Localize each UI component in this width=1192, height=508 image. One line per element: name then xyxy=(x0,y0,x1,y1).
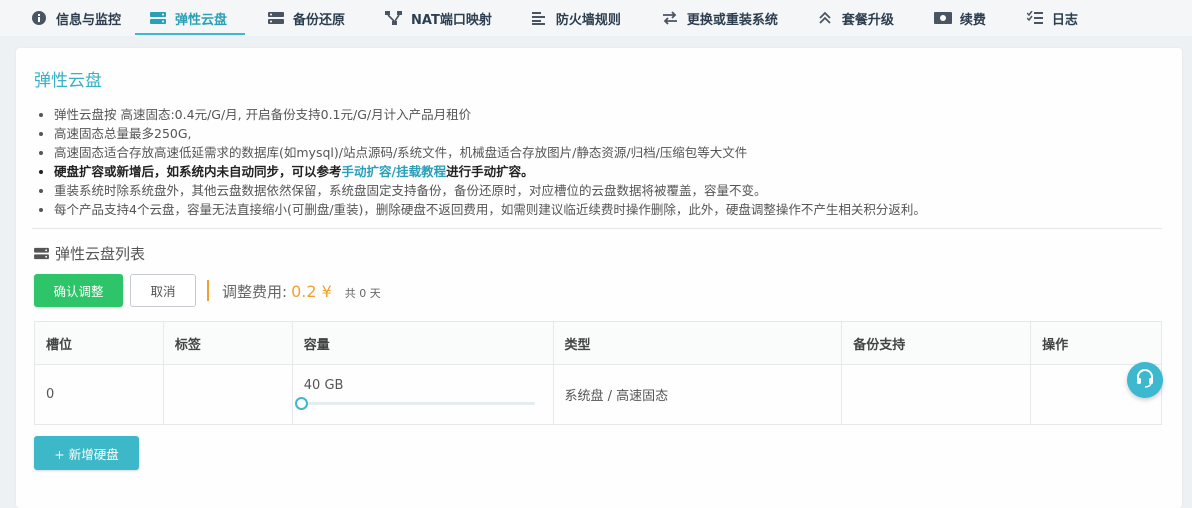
top-nav: 信息与监控 弹性云盘 备份还原 NAT端口映射 防火墙规则 更换或重装系统 套餐… xyxy=(0,0,1192,36)
headset-icon xyxy=(1135,368,1155,392)
list-item: 硬盘扩容或新增后，如系统内未自动同步，可以参考手动扩容/挂载教程进行手动扩容。 xyxy=(54,162,926,181)
elastic-disk-panel: 弹性云盘 弹性云盘按 高速固态:0.4元/G/月, 开启备份支持0.1元/G/月… xyxy=(16,48,1182,508)
list-item: 高速固态适合存放高速低延需求的数据库(如mysql)/站点源码/系统文件，机械盘… xyxy=(54,143,926,162)
list-item: 重装系统时除系统盘外，其他云盘数据依然保留，系统盘固定支持备份，备份还原时，对应… xyxy=(54,181,926,200)
table-header-row: 槽位 标签 容量 类型 备份支持 操作 xyxy=(34,321,1162,365)
tab-reinstall[interactable]: 更换或重装系统 xyxy=(631,0,788,36)
disk-list-title: 弹性云盘列表 xyxy=(34,243,145,264)
tab-label: NAT端口映射 xyxy=(411,12,492,28)
info-icon xyxy=(30,9,48,27)
add-disk-button[interactable]: + 新增硬盘 xyxy=(34,436,139,470)
note-text: 硬盘扩容或新增后，如系统内未自动同步，可以参考 xyxy=(54,164,342,179)
type-cell: 系统盘 / 高速固态 xyxy=(552,364,843,425)
slot-cell: 0 xyxy=(34,364,164,425)
fee-label: 调整费用: xyxy=(222,283,288,301)
customer-support-button[interactable] xyxy=(1127,362,1163,398)
checklist-icon xyxy=(1026,9,1044,27)
fee-days: 共 0 天 xyxy=(344,287,381,300)
swap-icon xyxy=(661,9,679,27)
disk-icon xyxy=(34,247,49,260)
tab-label: 备份还原 xyxy=(293,12,346,28)
list-item: 弹性云盘按 高速固态:0.4元/G/月, 开启备份支持0.1元/G/月计入产品月… xyxy=(54,105,926,124)
column-header-action: 操作 xyxy=(1030,321,1162,365)
capacity-slider[interactable] xyxy=(294,397,535,410)
divider xyxy=(32,228,1162,229)
backup-cell xyxy=(841,364,1032,425)
disk-icon xyxy=(149,9,167,27)
tab-label: 更换或重装系统 xyxy=(686,12,778,28)
tab-log[interactable]: 日志 xyxy=(996,0,1088,36)
upgrade-icon xyxy=(816,9,834,27)
cancel-button[interactable]: 取消 xyxy=(130,274,196,307)
list-item: 高速固态总量最多250G, xyxy=(54,124,926,143)
notes-list: 弹性云盘按 高速固态:0.4元/G/月, 开启备份支持0.1元/G/月计入产品月… xyxy=(36,105,926,219)
fee-amount: 0.2 ¥ xyxy=(291,282,332,301)
tab-elastic-disk[interactable]: 弹性云盘 xyxy=(131,0,246,36)
tab-firewall[interactable]: 防火墙规则 xyxy=(502,0,631,36)
adjust-fee: 调整费用: 0.2 ¥ 共 0 天 xyxy=(222,281,381,302)
tab-label: 防火墙规则 xyxy=(555,12,621,28)
tab-info-monitor[interactable]: 信息与监控 xyxy=(0,0,131,36)
table-row: 0 40 GB 系统盘 / 高速固态 xyxy=(34,364,1162,425)
column-header-slot: 槽位 xyxy=(34,321,164,365)
tab-renew[interactable]: 续费 xyxy=(904,0,996,36)
tab-label: 续费 xyxy=(959,12,986,28)
column-header-capacity: 容量 xyxy=(291,321,554,365)
tab-label: 套餐升级 xyxy=(841,12,894,28)
list-item: 每个产品支持4个云盘，容量无法直接缩小(可删盘/重装)，删除硬盘不返回费用，如需… xyxy=(54,200,926,219)
capacity-cell: 40 GB xyxy=(291,364,554,425)
column-header-type: 类型 xyxy=(552,321,843,365)
tab-upgrade[interactable]: 套餐升级 xyxy=(788,0,904,36)
network-icon xyxy=(385,9,403,27)
column-header-tag: 标签 xyxy=(162,321,293,365)
server-icon xyxy=(267,9,285,27)
money-icon xyxy=(933,9,952,27)
disk-list-title-text: 弹性云盘列表 xyxy=(55,245,146,263)
confirm-adjust-button[interactable]: 确认调整 xyxy=(34,274,123,307)
tab-backup-restore[interactable]: 备份还原 xyxy=(237,0,355,36)
tab-label: 日志 xyxy=(1051,12,1078,28)
disk-table: 槽位 标签 容量 类型 备份支持 操作 0 40 GB 系统盘 / 高速固态 xyxy=(34,321,1162,425)
capacity-value: 40 GB xyxy=(303,378,344,393)
tag-cell xyxy=(162,364,293,425)
column-header-backup: 备份支持 xyxy=(841,321,1032,365)
manual-expand-link[interactable]: 手动扩容 xyxy=(342,164,392,179)
page-title: 弹性云盘 xyxy=(34,71,102,91)
tab-label: 信息与监控 xyxy=(56,12,122,28)
fee-divider xyxy=(207,280,209,301)
note-text: 进行手动扩容。 xyxy=(446,164,534,179)
list-icon xyxy=(530,9,548,27)
tab-nat-mapping[interactable]: NAT端口映射 xyxy=(355,0,502,36)
capacity-slider-handle[interactable] xyxy=(294,397,308,410)
tab-label: 弹性云盘 xyxy=(175,12,228,28)
mount-tutorial-link[interactable]: 挂载教程 xyxy=(396,164,446,179)
